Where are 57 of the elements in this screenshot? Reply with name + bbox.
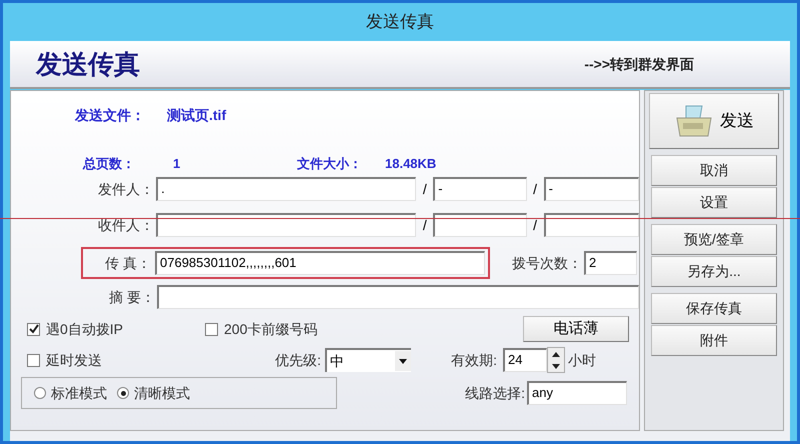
unit-label: 小时 <box>568 350 596 370</box>
input-field[interactable]: 076985301102,,,,,,,,601 <box>155 251 485 275</box>
file-size-label: 文件大小： <box>297 155 363 174</box>
group-send-link[interactable]: -->>转到群发界面 <box>584 54 694 74</box>
radio-button[interactable] <box>34 387 46 399</box>
send-button[interactable]: 发送 <box>649 93 779 149</box>
radio-button[interactable] <box>117 387 129 399</box>
header-title: 发送传真 <box>36 48 140 80</box>
input-field[interactable]: . <box>156 177 416 201</box>
input-field[interactable] <box>544 213 639 237</box>
spin-buttons[interactable] <box>547 347 565 373</box>
field-label: 摘 要： <box>108 288 155 306</box>
input-field[interactable]: - <box>544 177 639 201</box>
file-label: 发送文件： <box>75 106 145 124</box>
input-field[interactable] <box>433 213 527 237</box>
separator-text: / <box>422 180 428 198</box>
checkbox-label: 遇0自动拨IP <box>46 320 124 338</box>
field-label: 拨号次数： <box>511 254 582 272</box>
side-button[interactable]: 预览/签章 <box>651 224 777 255</box>
field-label: 优先级: <box>274 350 322 370</box>
checkbox[interactable] <box>27 322 40 336</box>
separator-text: / <box>532 180 538 198</box>
checkbox-label: 延时发送 <box>46 350 102 370</box>
page-count-label: 总页数： <box>83 155 136 174</box>
input-field[interactable]: - <box>433 177 527 201</box>
phonebook-button[interactable]: 电话薄 <box>523 316 629 342</box>
priority-dropdown[interactable]: 中 <box>325 348 411 372</box>
separator-text: / <box>422 216 428 234</box>
page-count: 1 <box>173 155 182 174</box>
radio-label: 标准模式 <box>51 384 107 402</box>
window-title: 发送传真 <box>366 11 434 34</box>
checkbox[interactable] <box>27 354 40 366</box>
field-label: 传 真： <box>104 254 152 272</box>
side-button[interactable]: 附件 <box>651 325 777 356</box>
input-field[interactable]: 24 <box>503 348 547 372</box>
field-label: 发件人： <box>97 180 154 198</box>
file-size: 18.48KB <box>385 155 436 174</box>
side-button[interactable]: 取消 <box>651 155 777 186</box>
input-field[interactable]: 2 <box>584 251 637 275</box>
input-field[interactable] <box>156 213 416 237</box>
check-icon <box>28 324 38 334</box>
field-label: 有效期: <box>450 350 498 370</box>
side-button[interactable]: 另存为... <box>651 256 777 287</box>
up-arrow-icon <box>552 352 560 356</box>
separator-text: / <box>532 216 538 234</box>
down-arrow-icon <box>552 364 560 368</box>
field-label: 线路选择: <box>464 384 526 402</box>
file-name: 测试页.tif <box>167 106 226 124</box>
radio-label: 清晰模式 <box>134 384 190 402</box>
input-field[interactable] <box>157 285 639 309</box>
side-button[interactable]: 保存传真 <box>651 293 777 324</box>
input-field[interactable]: any <box>527 381 627 405</box>
fax-machine-icon <box>674 104 714 138</box>
checkbox[interactable] <box>205 322 218 336</box>
field-label: 收件人： <box>97 216 154 234</box>
checkbox-label: 200卡前缀号码 <box>224 320 318 338</box>
side-button[interactable]: 设置 <box>651 187 777 218</box>
